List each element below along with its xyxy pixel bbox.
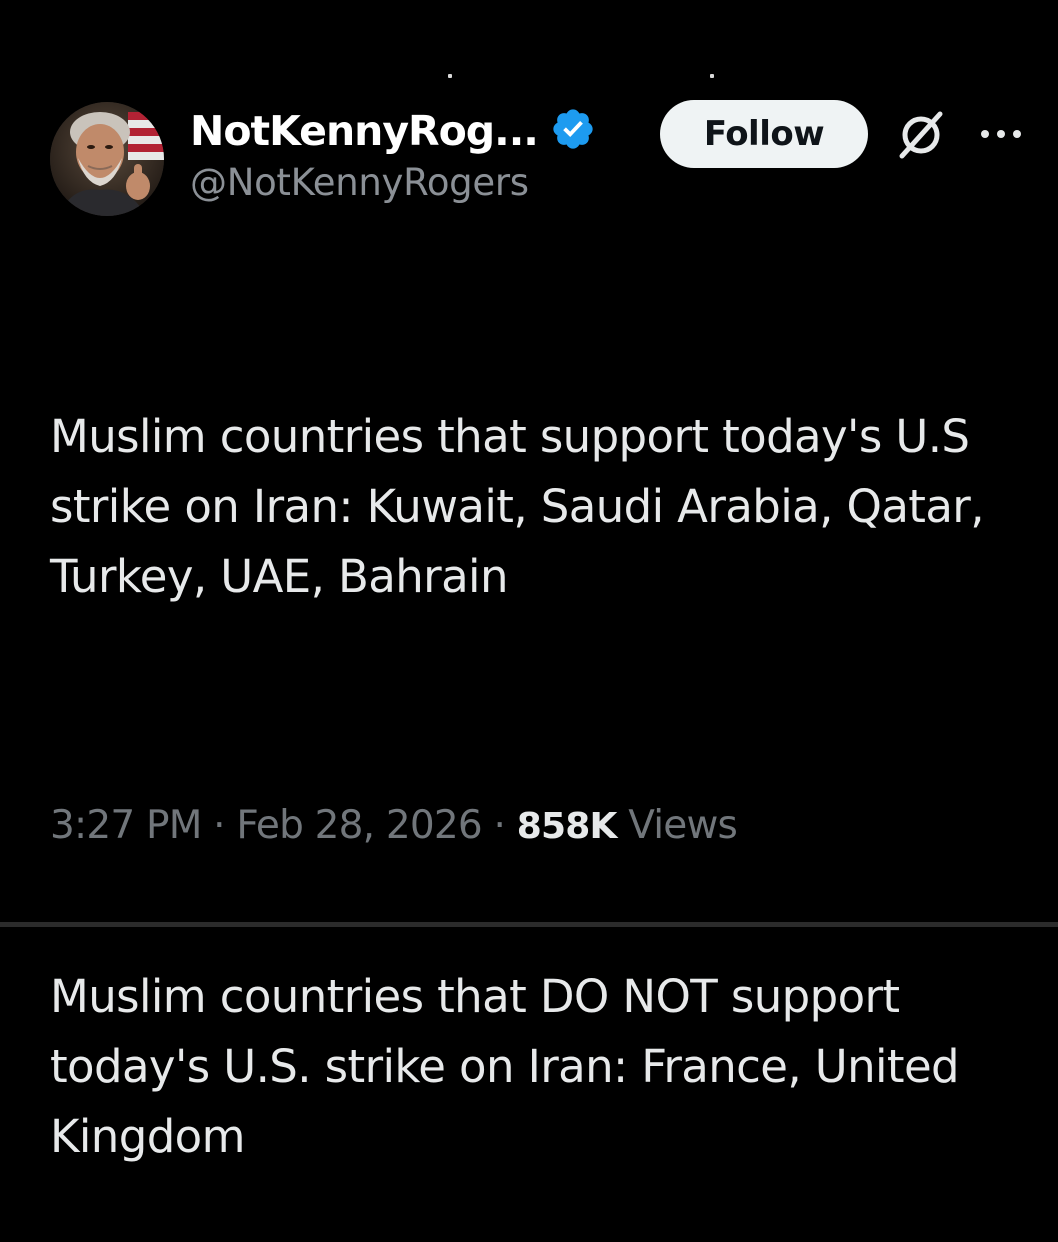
- grok-icon[interactable]: [894, 108, 948, 162]
- verified-badge-icon: [553, 109, 593, 149]
- edge-mark: [448, 74, 452, 78]
- meta-separator: ·: [493, 803, 506, 848]
- tweet-paragraph-2: Muslim countries that DO NOT support tod…: [50, 970, 973, 1163]
- tweet-time[interactable]: 3:27 PM: [50, 803, 202, 848]
- avatar[interactable]: [50, 102, 164, 216]
- more-options-icon[interactable]: [976, 122, 1026, 146]
- top-edge-marks: [0, 74, 1058, 84]
- tweet-paragraph-1: Muslim countries that support today's U.…: [50, 410, 998, 603]
- user-info: NotKennyRog... @NotKennyRogers: [190, 106, 596, 208]
- tweet-text: Muslim countries that support today's U.…: [50, 262, 1040, 1242]
- edge-mark: [710, 74, 714, 78]
- views-label: Views: [628, 803, 738, 848]
- display-name-row: NotKennyRog...: [190, 106, 596, 156]
- follow-button[interactable]: Follow: [660, 100, 868, 168]
- user-handle[interactable]: @NotKennyRogers: [190, 158, 596, 208]
- tweet-meta: 3:27 PM · Feb 28, 2026 · 858K Views: [50, 800, 738, 853]
- tweet-date[interactable]: Feb 28, 2026: [236, 803, 482, 848]
- bottom-divider: [0, 922, 1058, 927]
- views-count: 858K: [516, 806, 618, 847]
- meta-separator: ·: [213, 803, 225, 848]
- display-name[interactable]: NotKennyRog...: [190, 106, 539, 156]
- avatar-photo-icon: [50, 102, 164, 216]
- tweet-header: NotKennyRog... @NotKennyRogers Follow: [50, 100, 1030, 220]
